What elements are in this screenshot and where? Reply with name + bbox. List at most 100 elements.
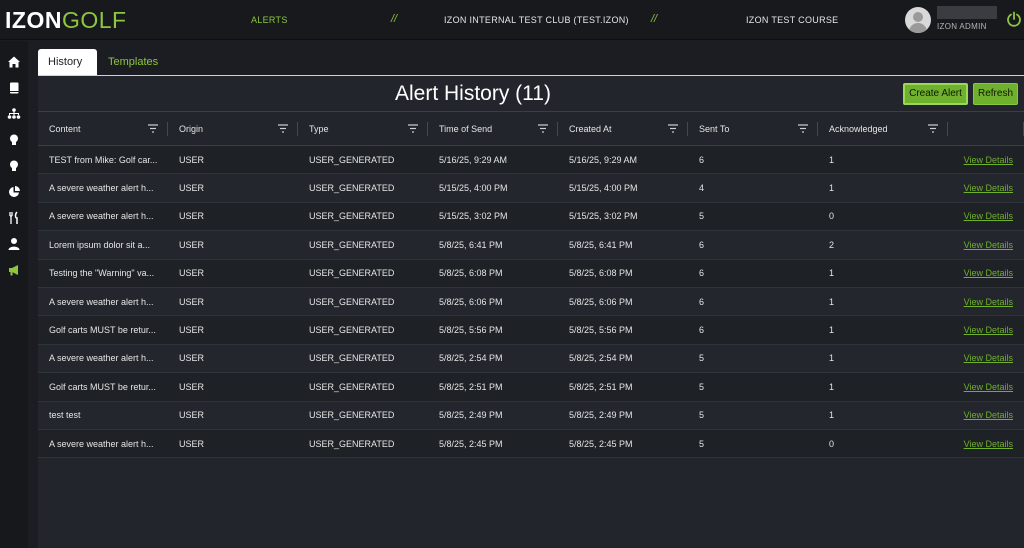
table-row[interactable]: A severe weather alert h... USER USER_GENE… [38,173,1024,203]
sent-to-cell: 5 [699,353,705,364]
created-at-cell: 5/8/25, 5:56 PM [569,325,633,336]
table-row[interactable]: Testing the "Warning" va... USER USER_GENE… [38,259,1024,288]
megaphone-icon[interactable] [7,263,21,277]
tab-templates[interactable]: Templates [98,49,170,75]
created-at-cell: 5/8/25, 6:06 PM [569,296,633,307]
course-selector[interactable]: IZON TEST COURSE [746,15,838,25]
created-at-cell: 5/16/25, 9:29 AM [569,154,638,165]
table-row[interactable]: A severe weather alert h... USER USER_GENE… [38,202,1024,231]
club-selector[interactable]: IZON INTERNAL TEST CLUB (TEST.IZON) [444,15,629,25]
table-row[interactable]: A severe weather alert h... USER USER_GENE… [38,287,1024,316]
lightbulb-icon[interactable] [7,133,21,147]
user-role: IZON ADMIN [937,22,987,31]
type-cell: USER_GENERATED [309,268,395,279]
sent-to-cell: 5 [699,381,705,392]
time-of-send-cell: 5/8/25, 5:56 PM [439,325,503,336]
content-cell: Golf carts MUST be retur... [49,325,156,336]
origin-cell: USER [179,353,205,364]
actions-cell: View Details [948,373,1024,401]
view-details-link[interactable]: View Details [964,353,1013,363]
created-at-cell: 5/8/25, 2:45 PM [569,438,633,449]
filter-icon[interactable] [408,124,418,133]
sent-to-cell: 6 [699,296,705,307]
view-details-link[interactable]: View Details [964,439,1013,449]
logo-izon-text: IZON [5,7,62,33]
content-cell: Lorem ipsum dolor sit a... [49,239,151,250]
view-details-link[interactable]: View Details [964,211,1013,221]
avatar[interactable] [905,7,931,33]
refresh-button[interactable]: Refresh [973,83,1018,105]
filter-icon[interactable] [798,124,808,133]
acknowledged-cell: 1 [829,154,835,165]
column-header-created-at[interactable]: Created At [558,112,688,146]
content-cell: TEST from Mike: Golf car... [49,154,158,165]
lightbulb-icon[interactable] [7,159,21,173]
izon-golf-logo[interactable]: IZONGOLF [5,6,127,34]
sent-to-cell: 5 [699,410,705,421]
actions-cell: View Details [948,287,1024,315]
power-icon[interactable] [1006,11,1022,27]
user-icon[interactable] [7,237,21,251]
book-icon[interactable] [7,81,21,95]
view-details-link[interactable]: View Details [964,297,1013,307]
table-row[interactable]: test test USER USER_GENERATED 5/8/25, 2:49 … [38,401,1024,430]
view-details-link[interactable]: View Details [964,382,1013,392]
view-details-link[interactable]: View Details [964,325,1013,335]
time-of-send-cell: 5/8/25, 6:08 PM [439,268,503,279]
filter-icon[interactable] [668,124,678,133]
column-header-origin[interactable]: Origin [168,112,298,146]
origin-cell: USER [179,381,205,392]
utensils-icon[interactable] [7,211,21,225]
table-row[interactable]: Golf carts MUST be retur... USER USER_GENE… [38,315,1024,345]
filter-icon[interactable] [928,124,938,133]
filter-icon[interactable] [278,124,288,133]
table-row[interactable]: Golf carts MUST be retur... USER USER_GENE… [38,372,1024,402]
actions-cell: View Details [948,174,1024,202]
column-header-acknowledged[interactable]: Acknowledged [818,112,948,146]
home-icon[interactable] [7,55,21,69]
origin-cell: USER [179,268,205,279]
acknowledged-cell: 1 [829,353,835,364]
time-of-send-cell: 5/15/25, 3:02 PM [439,211,508,222]
created-at-cell: 5/8/25, 2:54 PM [569,353,633,364]
actions-cell: View Details [948,231,1024,259]
view-details-link[interactable]: View Details [964,410,1013,420]
type-cell: USER_GENERATED [309,154,395,165]
filter-icon[interactable] [538,124,548,133]
table-row[interactable]: A severe weather alert h... USER USER_GENE… [38,344,1024,373]
content-cell: A severe weather alert h... [49,296,154,307]
tab-history[interactable]: History [38,49,97,75]
pie-chart-icon[interactable] [7,185,21,199]
actions-cell: View Details [948,429,1024,457]
table-row[interactable]: A severe weather alert h... USER USER_GENE… [38,429,1024,458]
table-row[interactable]: Lorem ipsum dolor sit a... USER USER_GENER… [38,230,1024,260]
table-row[interactable]: TEST from Mike: Golf car... USER USER_GENE… [38,145,1024,174]
column-header-label: Sent To [699,123,730,134]
org-chart-icon[interactable] [7,107,21,121]
nav-alerts-link[interactable]: ALERTS [251,15,288,25]
type-cell: USER_GENERATED [309,325,395,336]
column-header-label: Time of Send [439,123,493,134]
type-cell: USER_GENERATED [309,438,395,449]
create-alert-button[interactable]: Create Alert [903,83,968,105]
sent-to-cell: 6 [699,239,705,250]
sent-to-cell: 6 [699,154,705,165]
column-header-time-of-send[interactable]: Time of Send [428,112,558,146]
actions-cell: View Details [948,344,1024,372]
column-header-content[interactable]: Content [38,112,168,146]
origin-cell: USER [179,154,205,165]
content-cell: Testing the "Warning" va... [49,268,155,279]
acknowledged-cell: 2 [829,239,835,250]
column-header-sent-to[interactable]: Sent To [688,112,818,146]
view-details-link[interactable]: View Details [964,155,1013,165]
origin-cell: USER [179,211,205,222]
type-cell: USER_GENERATED [309,239,395,250]
view-details-link[interactable]: View Details [964,240,1013,250]
column-header-type[interactable]: Type [298,112,428,146]
view-details-link[interactable]: View Details [964,183,1013,193]
actions-cell: View Details [948,401,1024,429]
column-header-label: Acknowledged [829,123,888,134]
time-of-send-cell: 5/8/25, 2:51 PM [439,381,503,392]
view-details-link[interactable]: View Details [964,268,1013,278]
filter-icon[interactable] [148,124,158,133]
